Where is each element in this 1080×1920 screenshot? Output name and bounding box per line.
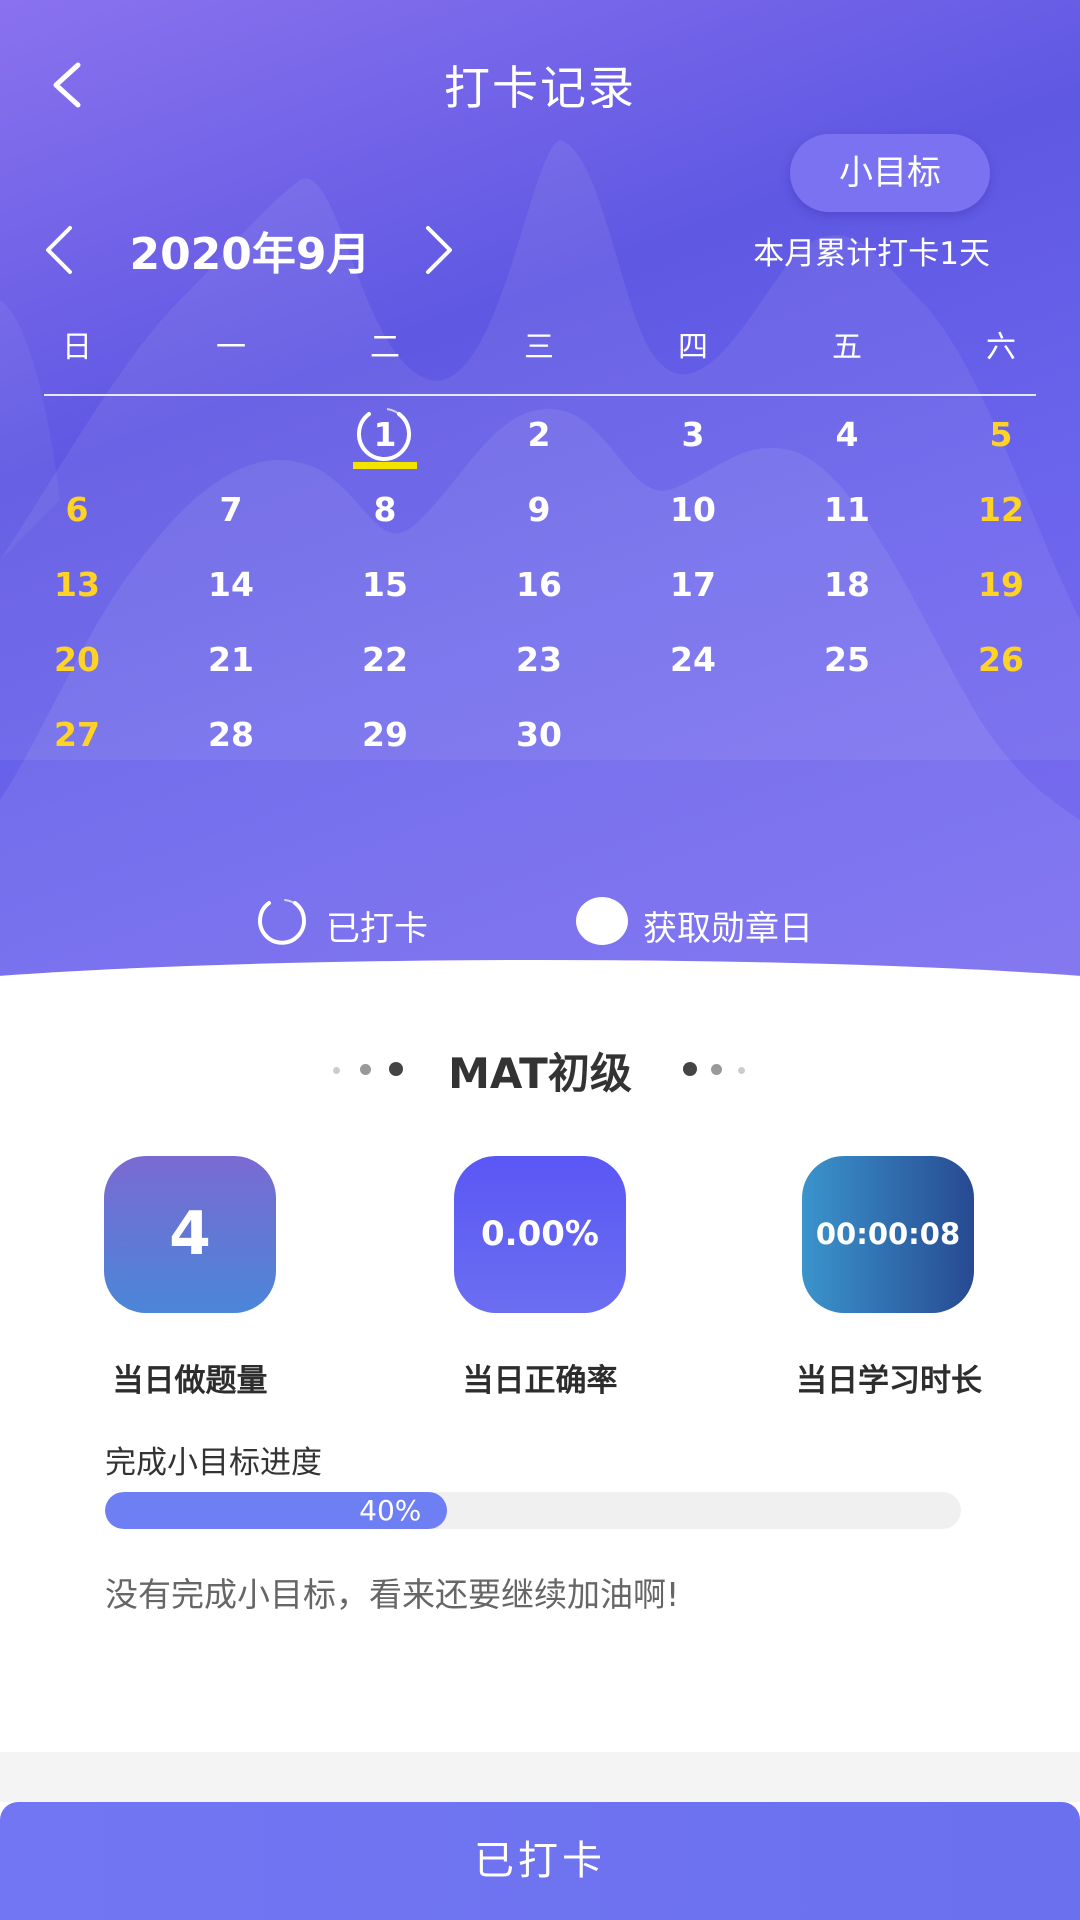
- calendar-day[interactable]: 23: [489, 635, 589, 685]
- calendar-day[interactable]: 7: [181, 485, 281, 535]
- weekday-wed: 三: [524, 330, 554, 365]
- calendar-day[interactable]: 5: [951, 410, 1051, 460]
- calendar-day[interactable]: 21: [181, 635, 281, 685]
- calendar-day[interactable]: 15: [335, 560, 435, 610]
- legend-checked-label: 已打卡: [326, 909, 428, 949]
- month-label: 2020年9月: [129, 229, 371, 280]
- prev-month-icon[interactable]: [40, 220, 80, 280]
- daily-study-time-card: 00:00:08: [802, 1156, 974, 1313]
- calendar-day[interactable]: 26: [951, 635, 1051, 685]
- calendar-day[interactable]: 18: [797, 560, 897, 610]
- calendar-day[interactable]: 30: [489, 710, 589, 760]
- calendar-divider: [44, 394, 1036, 396]
- daily-accuracy-label: 当日正确率: [462, 1363, 618, 1399]
- calendar-day-number: 1: [373, 415, 397, 454]
- level-selector[interactable]: MAT初级: [0, 1040, 1080, 1100]
- goal-progress-message: 没有完成小目标，看来还要继续加油啊!: [105, 1575, 680, 1614]
- calendar-grid: 1 2 3 4 5 6 7 8 9 10 11 12 13 14 15 16 17 18 19 20 21 22 23 24 2…: [0, 408, 1080, 754]
- weekday-mon: 一: [216, 330, 246, 365]
- weekday-tue: 二: [370, 330, 400, 365]
- calendar-day[interactable]: 4: [797, 410, 897, 460]
- next-month-icon[interactable]: [418, 220, 458, 280]
- weekday-thu: 四: [678, 330, 708, 365]
- calendar-day[interactable]: 25: [797, 635, 897, 685]
- weekday-sat: 六: [986, 330, 1016, 365]
- month-checkin-summary: 本月累计打卡1天: [753, 236, 990, 272]
- goal-progress-bar: 40%: [105, 1492, 961, 1529]
- calendar-day[interactable]: 20: [27, 635, 127, 685]
- weekday-fri: 五: [832, 330, 862, 365]
- goal-progress-title: 完成小目标进度: [105, 1445, 322, 1481]
- calendar-day[interactable]: 12: [951, 485, 1051, 535]
- calendar-day[interactable]: 10: [643, 485, 743, 535]
- calendar-day[interactable]: 28: [181, 710, 281, 760]
- calendar-day[interactable]: 27: [27, 710, 127, 760]
- today-underline: [353, 462, 417, 469]
- calendar-day[interactable]: 8: [335, 485, 435, 535]
- medal-day-dot-icon: [576, 897, 628, 945]
- calendar-day[interactable]: 1: [335, 408, 435, 469]
- calendar-day[interactable]: 11: [797, 485, 897, 535]
- calendar-day[interactable]: 24: [643, 635, 743, 685]
- legend-medal-label: 获取勋章日: [643, 909, 813, 949]
- weekday-sun: 日: [62, 330, 92, 365]
- level-title: MAT初级: [448, 1049, 632, 1098]
- daily-study-time-label: 当日学习时长: [796, 1363, 982, 1399]
- calendar-day[interactable]: 16: [489, 560, 589, 610]
- checkin-button[interactable]: 已打卡: [0, 1802, 1080, 1920]
- calendar-day[interactable]: 22: [335, 635, 435, 685]
- calendar-day[interactable]: 6: [27, 485, 127, 535]
- calendar-legend: 已打卡 获取勋章日: [0, 895, 1080, 955]
- small-goal-button[interactable]: 小目标: [790, 134, 990, 212]
- level-dot: [738, 1067, 745, 1074]
- daily-question-count-card: 4: [104, 1156, 276, 1313]
- weekday-header: 日 一 二 三 四 五 六: [0, 322, 1080, 372]
- daily-question-count-label: 当日做题量: [112, 1363, 268, 1399]
- daily-accuracy-card: 0.00%: [454, 1156, 626, 1313]
- calendar-day[interactable]: 3: [643, 410, 743, 460]
- level-dot: [683, 1062, 697, 1076]
- calendar-day[interactable]: 9: [489, 485, 589, 535]
- calendar-day[interactable]: 13: [27, 560, 127, 610]
- calendar-day[interactable]: 17: [643, 560, 743, 610]
- calendar-day[interactable]: 19: [951, 560, 1051, 610]
- calendar-day[interactable]: 2: [489, 410, 589, 460]
- page-title: 打卡记录: [444, 61, 636, 115]
- footer-separator: [0, 1752, 1080, 1802]
- level-dot: [711, 1064, 722, 1075]
- calendar-day[interactable]: 29: [335, 710, 435, 760]
- goal-progress-fill: 40%: [105, 1492, 448, 1529]
- checked-ring-icon: [258, 899, 306, 945]
- calendar-day[interactable]: 14: [181, 560, 281, 610]
